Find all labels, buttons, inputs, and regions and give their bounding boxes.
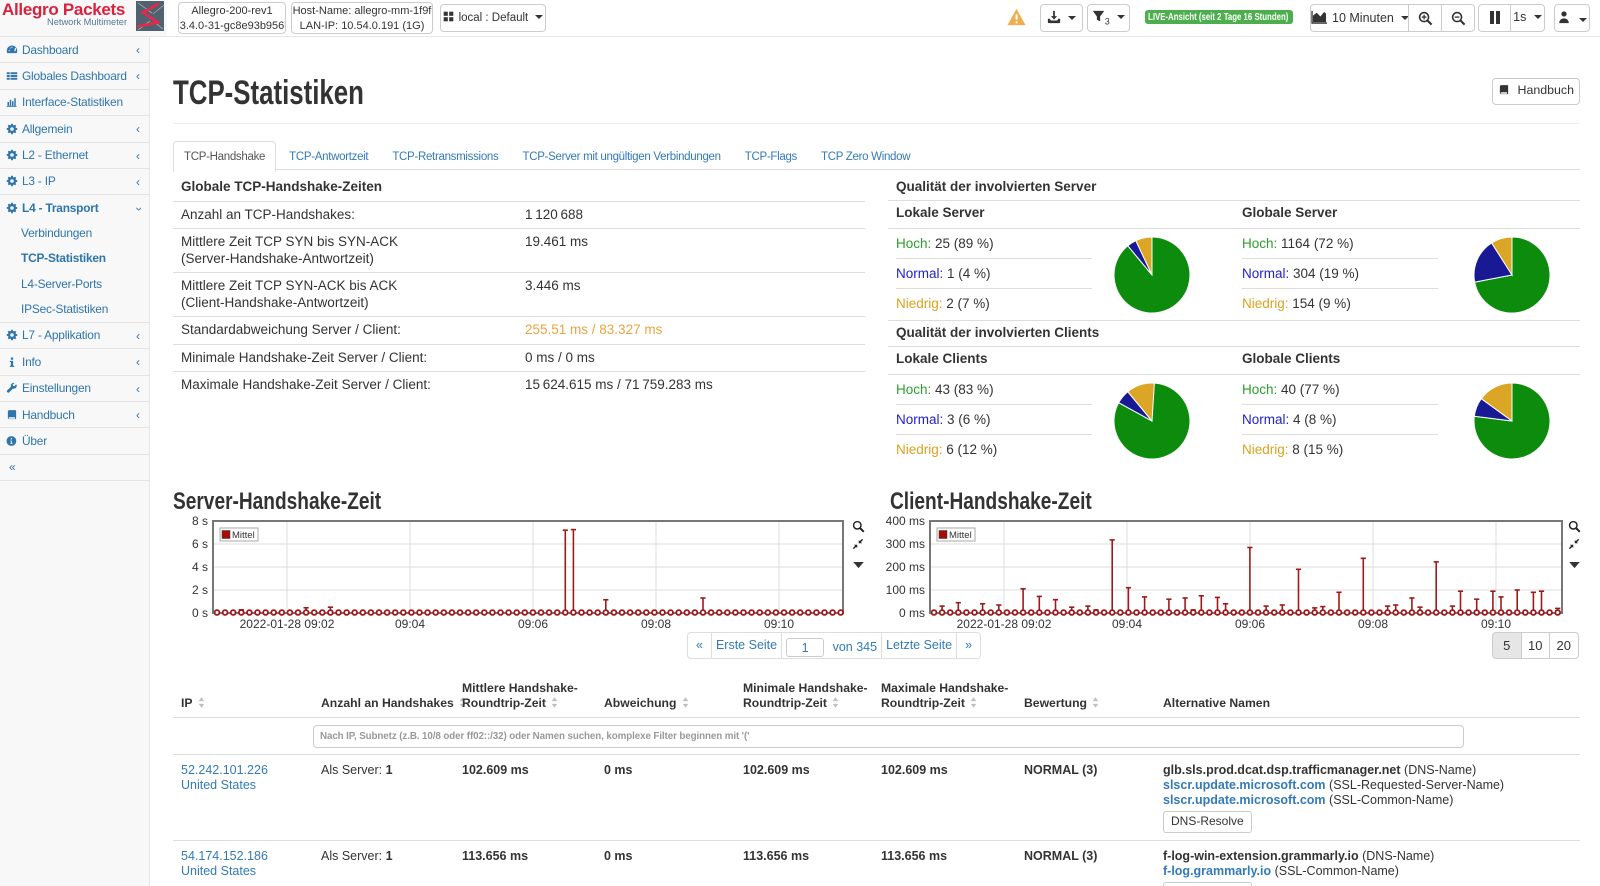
svg-text:09:08: 09:08 [1358, 617, 1388, 631]
svg-text:200 ms: 200 ms [886, 560, 925, 574]
svg-text:09:10: 09:10 [764, 617, 794, 631]
svg-text:2 s: 2 s [192, 583, 208, 597]
svg-text:0 ms: 0 ms [899, 606, 925, 620]
svg-text:09:04: 09:04 [395, 617, 425, 631]
svg-text:Mittel: Mittel [949, 530, 972, 541]
svg-text:8 s: 8 s [192, 515, 208, 528]
svg-text:09:08: 09:08 [641, 617, 671, 631]
svg-text:4 s: 4 s [192, 560, 208, 574]
svg-text:6 s: 6 s [192, 537, 208, 551]
svg-text:09:04: 09:04 [1112, 617, 1142, 631]
svg-text:2022-01-28 09:02: 2022-01-28 09:02 [240, 617, 335, 631]
svg-text:09:06: 09:06 [1235, 617, 1265, 631]
svg-text:100 ms: 100 ms [886, 583, 925, 597]
svg-text:09:06: 09:06 [518, 617, 548, 631]
svg-text:2022-01-28 09:02: 2022-01-28 09:02 [957, 617, 1052, 631]
svg-text:09:10: 09:10 [1481, 617, 1511, 631]
svg-text:300 ms: 300 ms [886, 537, 925, 551]
svg-text:400 ms: 400 ms [886, 515, 925, 528]
svg-text:Mittel: Mittel [232, 530, 255, 541]
svg-text:0 s: 0 s [192, 606, 208, 620]
